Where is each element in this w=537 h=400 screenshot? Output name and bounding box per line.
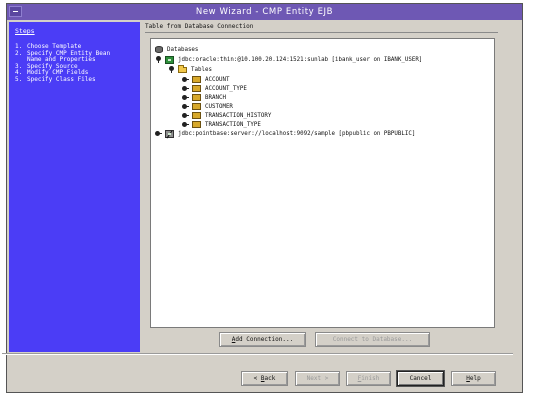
tree-node-table[interactable]: ACCOUNT_TYPE (182, 84, 247, 93)
folder-icon (178, 64, 187, 73)
database-icon (155, 46, 163, 53)
cancel-button[interactable]: Cancel (397, 371, 444, 386)
table-icon (192, 103, 201, 110)
tree-node-table[interactable]: CUSTOMER (182, 102, 233, 111)
disconnected-connection-icon (165, 129, 174, 138)
collapse-toggle-icon[interactable] (182, 85, 189, 92)
table-icon (192, 112, 201, 119)
content-header: Table from Database Connection (145, 23, 254, 30)
database-tree[interactable]: Databases jdbc:oracle:thin:@10.100.20.12… (150, 38, 495, 328)
steps-panel: Steps 1. Choose Template 2. Specify CMP En… (9, 22, 140, 352)
window-title: New Wizard - CMP Entity EJB (195, 7, 334, 17)
connect-to-database-button[interactable]: Connect to Database... (315, 332, 430, 347)
tree-node-pointbase-connection[interactable]: jdbc:pointbase:server://localhost:9092/s… (155, 129, 415, 138)
table-icon (192, 121, 201, 128)
back-button[interactable]: < Back (241, 371, 288, 386)
next-button[interactable]: Next > (295, 371, 340, 386)
table-icon (192, 76, 201, 83)
step-item: 2. Specify CMP Entity Bean Name and Prope… (15, 49, 111, 64)
tree-node-table[interactable]: ACCOUNT (182, 75, 229, 84)
step-item: 5. Specify Class Files (15, 75, 96, 83)
table-icon (192, 94, 201, 101)
collapse-toggle-icon[interactable] (182, 121, 189, 128)
collapse-toggle-icon[interactable] (182, 103, 189, 110)
footer-separator (2, 353, 513, 354)
tree-node-oracle-connection[interactable]: jdbc:oracle:thin:@10.100.20.124:1521:sun… (155, 55, 422, 64)
tree-node-databases[interactable]: Databases (155, 45, 198, 54)
title-bar: New Wizard - CMP Entity EJB (7, 4, 522, 20)
tree-node-tables[interactable]: Tables (168, 64, 212, 74)
collapse-toggle-icon[interactable] (155, 130, 162, 137)
connection-icon (165, 55, 174, 64)
header-divider (145, 32, 498, 33)
steps-list: 1. Choose Template 2. Specify CMP Entity B… (15, 43, 111, 84)
steps-header: Steps (15, 27, 35, 35)
tree-node-table[interactable]: TRANSACTION_TYPE (182, 120, 261, 129)
collapse-toggle-icon[interactable] (182, 94, 189, 101)
table-icon (192, 85, 201, 92)
add-connection-button[interactable]: Add Connection... (219, 332, 306, 347)
expand-toggle-icon[interactable] (168, 66, 175, 73)
collapse-toggle-icon[interactable] (182, 112, 189, 119)
finish-button[interactable]: Finish (346, 371, 391, 386)
help-button[interactable]: Help (451, 371, 496, 386)
collapse-toggle-icon[interactable] (182, 76, 189, 83)
tree-node-table[interactable]: BRANCH (182, 93, 226, 102)
expand-toggle-icon[interactable] (155, 56, 162, 63)
tree-node-table[interactable]: TRANSACTION_HISTORY (182, 111, 271, 120)
